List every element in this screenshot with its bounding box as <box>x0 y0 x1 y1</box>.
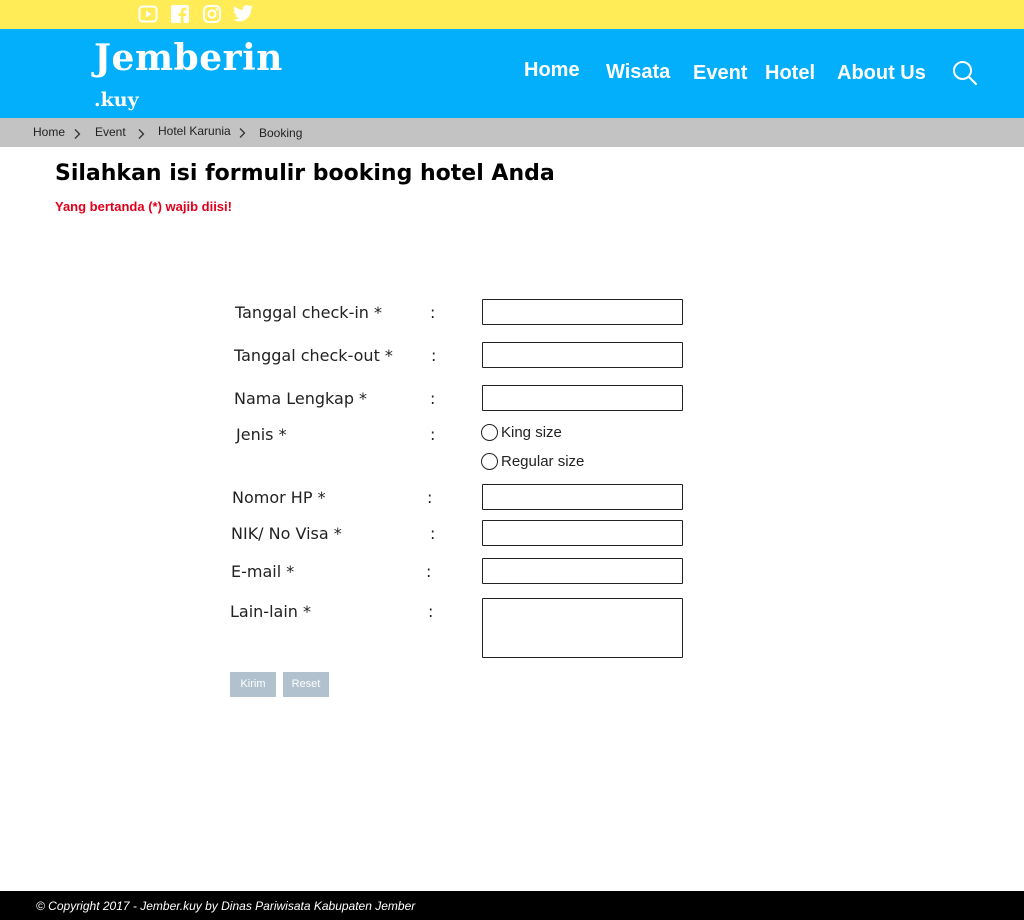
colon: : <box>431 346 437 365</box>
email-label: E-mail * <box>231 562 295 581</box>
breadcrumb: Home Event Hotel Karunia Booking <box>0 118 1024 147</box>
main-header: Jemberin .kuy Home Wisata Event Hotel Ab… <box>0 29 1024 118</box>
checkout-field[interactable] <box>482 342 683 368</box>
phone-field[interactable] <box>482 484 683 510</box>
checkout-label: Tanggal check-out * <box>234 346 393 365</box>
other-textarea[interactable] <box>482 598 683 658</box>
breadcrumb-home[interactable]: Home <box>33 125 65 139</box>
radio-regular-size-label: Regular size <box>501 453 585 470</box>
logo-subtitle: .kuy <box>94 89 139 111</box>
colon: : <box>427 488 433 507</box>
colon: : <box>428 602 434 621</box>
name-label: Nama Lengkap * <box>234 389 368 408</box>
twitter-icon[interactable] <box>232 4 254 24</box>
instagram-icon[interactable] <box>202 4 224 24</box>
youtube-icon[interactable] <box>138 4 160 24</box>
nav-home[interactable]: Home <box>524 59 580 82</box>
submit-button[interactable]: Kirim <box>230 672 276 697</box>
colon: : <box>430 303 436 322</box>
nav-hotel[interactable]: Hotel <box>765 62 815 85</box>
chevron-right-icon <box>237 124 247 138</box>
radio-king-size-label: King size <box>501 424 562 441</box>
nik-field[interactable] <box>482 520 683 546</box>
radio-king-size[interactable]: King size <box>481 424 562 441</box>
radio-button[interactable] <box>481 453 498 470</box>
reset-button[interactable]: Reset <box>283 672 329 697</box>
nav-event[interactable]: Event <box>693 62 747 85</box>
required-note: Yang bertanda (*) wajib diisi! <box>55 199 232 214</box>
email-field[interactable] <box>482 558 683 584</box>
full-name-field[interactable] <box>482 385 683 411</box>
social-bar <box>0 0 1024 29</box>
other-label: Lain-lain * <box>230 602 311 621</box>
colon: : <box>430 389 436 408</box>
page-title: Silahkan isi formulir booking hotel Anda <box>55 161 555 186</box>
breadcrumb-current: Booking <box>259 126 303 140</box>
nav-wisata[interactable]: Wisata <box>606 61 670 84</box>
radio-regular-size[interactable]: Regular size <box>481 453 584 470</box>
footer: © Copyright 2017 - Jember.kuy by Dinas P… <box>0 891 1024 920</box>
nav-about-us[interactable]: About Us <box>837 62 926 85</box>
colon: : <box>430 425 436 444</box>
colon: : <box>430 524 436 543</box>
logo-title[interactable]: Jemberin <box>94 37 283 79</box>
chevron-right-icon <box>72 125 82 139</box>
facebook-icon[interactable] <box>170 4 192 24</box>
search-icon[interactable] <box>951 59 979 87</box>
chevron-right-icon <box>136 125 146 139</box>
colon: : <box>426 562 432 581</box>
type-label: Jenis * <box>236 425 287 444</box>
phone-label: Nomor HP * <box>232 488 326 507</box>
checkin-label: Tanggal check-in * <box>235 303 383 322</box>
radio-button[interactable] <box>481 424 498 441</box>
breadcrumb-event[interactable]: Event <box>95 125 126 139</box>
nik-label: NIK/ No Visa * <box>231 524 342 543</box>
breadcrumb-hotel[interactable]: Hotel Karunia <box>158 124 231 138</box>
footer-copyright: © Copyright 2017 - Jember.kuy by Dinas P… <box>36 899 416 913</box>
checkin-field[interactable] <box>482 299 683 325</box>
